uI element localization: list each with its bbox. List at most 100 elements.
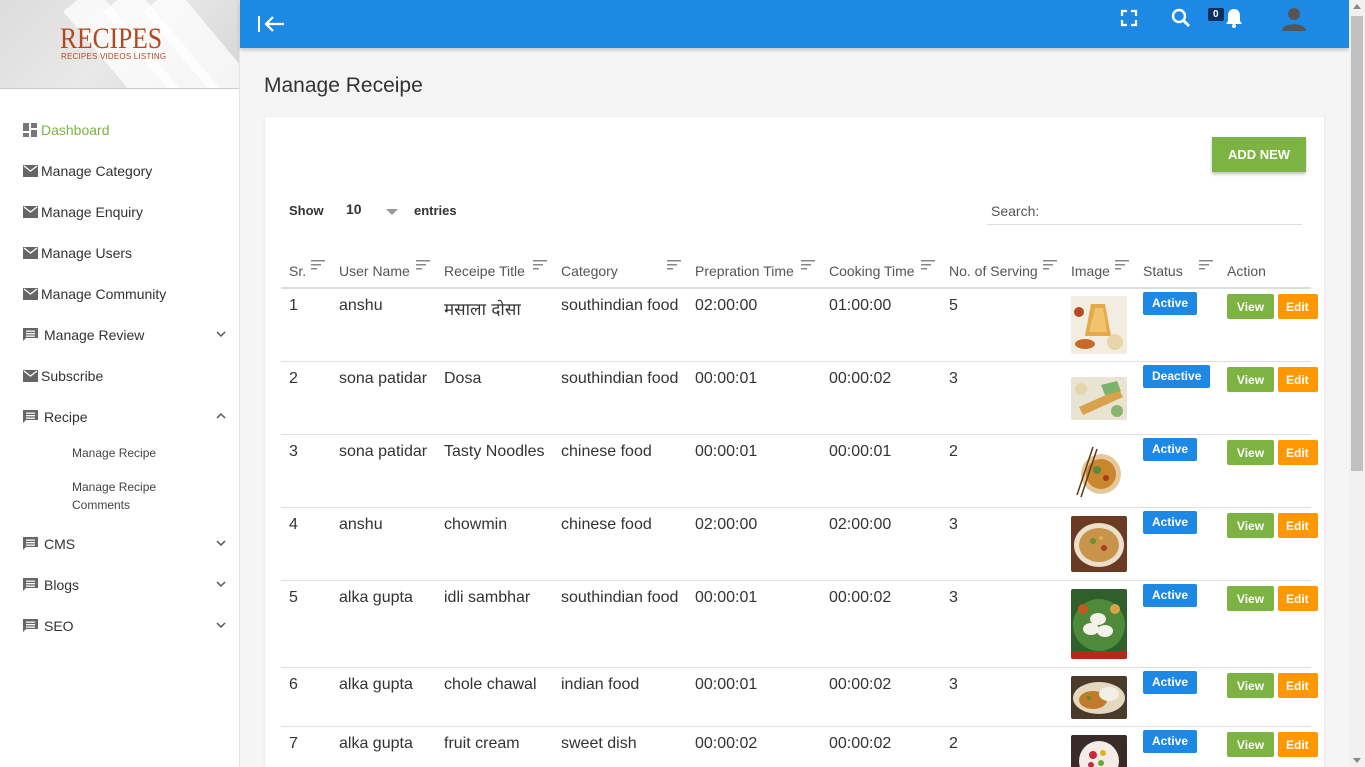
cell-category: southindian food [561,589,679,606]
recipe-image[interactable] [1071,377,1127,420]
edit-button[interactable]: Edit [1278,367,1318,392]
cell-sr: 7 [289,735,298,752]
logo[interactable]: RECIPES RECIPES VIDEOS LISTING [0,0,239,89]
view-button[interactable]: View [1227,673,1274,698]
sidebar: RECIPES RECIPES VIDEOS LISTING Dashboard… [0,0,240,767]
column-header-image[interactable]: Image [1071,263,1110,279]
status-toggle-button[interactable]: Active [1143,671,1198,694]
search-field: Search: [987,201,1302,225]
cell-title: मसाला दोसा [444,300,521,320]
edit-button[interactable]: Edit [1278,673,1318,698]
column-header-user-name[interactable]: User Name [339,263,410,279]
sidebar-item-blogs[interactable]: Blogs [22,573,232,597]
cell-title: Tasty Noodles [444,443,545,460]
cell-sr: 4 [289,516,298,533]
edit-button[interactable]: Edit [1278,294,1318,319]
view-button[interactable]: View [1227,586,1274,611]
bell-icon[interactable] [1222,6,1246,30]
sidebar-subitem-manage-recipe-comments[interactable]: Manage Recipe Comments [72,478,182,514]
status-toggle-button[interactable]: Active [1143,292,1198,315]
cell-prep-time: 00:00:02 [695,735,758,752]
cell-prep-time: 00:00:01 [695,676,758,693]
view-button[interactable]: View [1227,732,1274,757]
edit-button[interactable]: Edit [1278,586,1318,611]
cell-user-name: alka gupta [339,735,413,752]
edit-button[interactable]: Edit [1278,513,1318,538]
cell-serving: 5 [949,297,958,314]
scroll-up-icon[interactable] [1353,4,1361,9]
sort-icon [1199,260,1213,270]
add-new-button[interactable]: ADD NEW [1212,137,1306,172]
sidebar-item-manage-users[interactable]: Manage Users [22,241,232,265]
chevron-up-icon [216,412,226,419]
cell-serving: 3 [949,676,958,693]
cell-prep-time: 00:00:01 [695,589,758,606]
table-row: 7 alka gupta fruit cream sweet dish 00:0… [281,727,1318,767]
sidebar-item-recipe[interactable]: Recipe [22,405,232,429]
recipe-image[interactable] [1071,516,1127,572]
mail-icon [22,204,38,220]
cell-cook-time: 00:00:02 [829,370,892,387]
sidebar-item-manage-category[interactable]: Manage Category [22,159,232,183]
edit-button[interactable]: Edit [1278,732,1318,757]
recipe-image[interactable] [1071,589,1127,659]
column-header-category[interactable]: Category [561,263,618,279]
sidebar-item-cms[interactable]: CMS [22,532,232,556]
column-header-prepration-time[interactable]: Prepration Time [695,263,794,279]
recipe-image[interactable] [1071,296,1127,354]
cell-title: Dosa [444,370,482,387]
comment-icon [22,536,38,552]
status-toggle-button[interactable]: Active [1143,730,1198,753]
view-button[interactable]: View [1227,294,1274,319]
fullscreen-icon[interactable] [1117,6,1141,30]
search-input[interactable] [1047,201,1297,223]
mail-icon [22,163,38,179]
collapse-sidebar-icon[interactable] [256,12,288,36]
search-icon[interactable] [1169,6,1193,30]
status-toggle-button[interactable]: Active [1143,438,1198,461]
status-toggle-button[interactable]: Active [1143,511,1198,534]
scrollbar-thumb[interactable] [1351,16,1363,471]
sidebar-subitem-manage-recipe[interactable]: Manage Recipe [72,444,156,462]
view-button[interactable]: View [1227,513,1274,538]
sidebar-item-dashboard[interactable]: Dashboard [22,118,232,142]
cell-user-name: alka gupta [339,589,413,606]
page-scrollbar[interactable] [1349,0,1365,767]
edit-button[interactable]: Edit [1278,440,1318,465]
cell-cook-time: 00:00:01 [829,443,892,460]
recipe-image[interactable] [1071,735,1127,767]
sidebar-item-seo[interactable]: SEO [22,614,232,638]
cell-user-name: sona patidar [339,370,428,387]
sidebar-item-manage-enquiry[interactable]: Manage Enquiry [22,200,232,224]
scroll-down-icon[interactable] [1353,758,1361,763]
cell-title: idli sambhar [444,589,531,606]
recipe-image[interactable] [1071,676,1127,719]
sort-icon [311,260,325,270]
user-avatar-icon[interactable] [1280,4,1308,32]
sidebar-item-manage-community[interactable]: Manage Community [22,282,232,306]
mail-icon [22,368,38,384]
sidebar-item-manage-review[interactable]: Manage Review [22,323,232,347]
view-button[interactable]: View [1227,440,1274,465]
cell-prep-time: 00:00:01 [695,370,758,387]
table-row: 4 anshu chowmin chinese food 02:00:00 02… [281,508,1318,581]
column-header-cooking-time[interactable]: Cooking Time [829,263,915,279]
chevron-down-icon [216,622,226,629]
column-header-no-of-serving[interactable]: No. of Serving [949,263,1038,279]
cell-sr: 2 [289,370,298,387]
sidebar-item-subscribe[interactable]: Subscribe [22,364,232,388]
status-toggle-button[interactable]: Active [1143,584,1198,607]
page-size-select[interactable]: 10 [346,201,398,223]
cell-title: chole chawal [444,676,537,693]
cell-sr: 5 [289,589,298,606]
status-toggle-button[interactable]: Deactive [1143,365,1211,388]
cell-user-name: alka gupta [339,676,413,693]
cell-cook-time: 00:00:02 [829,589,892,606]
view-button[interactable]: View [1227,367,1274,392]
sort-icon [1043,260,1057,270]
sort-icon [416,260,430,270]
column-header-sr[interactable]: Sr. [289,263,306,279]
column-header-receipe-title[interactable]: Receipe Title [444,263,525,279]
recipe-image[interactable] [1071,443,1127,501]
column-header-status[interactable]: Status [1143,263,1183,279]
